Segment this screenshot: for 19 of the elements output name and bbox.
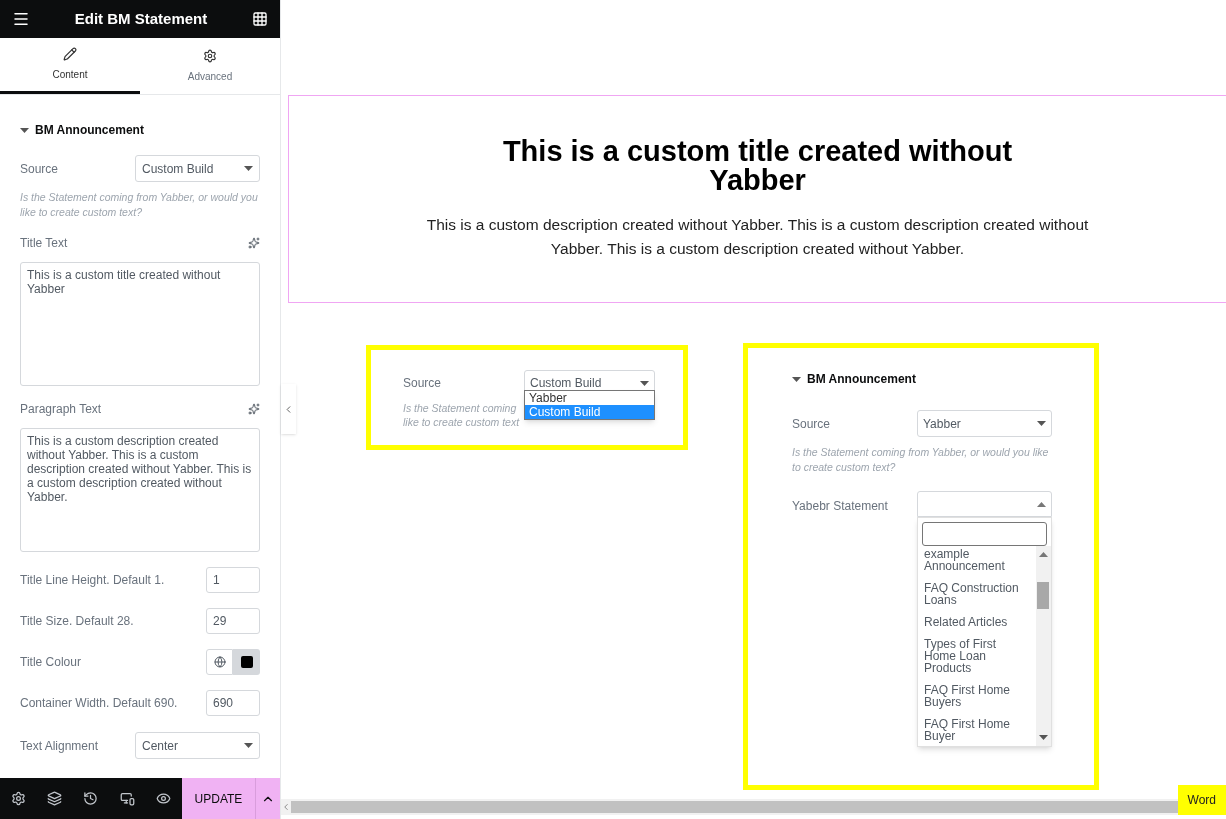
field-label: Paragraph Text bbox=[20, 401, 102, 418]
help-text: like to create custom text bbox=[403, 415, 520, 429]
field-label: Title Colour bbox=[20, 654, 81, 671]
statement-description: This is a custom description created without Yabber. This is a custom description created without Yabber. This is a custom description created without Yabber. bbox=[425, 215, 1090, 259]
word-badge: Word bbox=[1177, 785, 1226, 815]
field-label: Yabebr Statement bbox=[792, 498, 889, 515]
field-label: Source bbox=[792, 415, 832, 433]
panel-title: Edit BM Statement bbox=[74, 8, 208, 29]
statement-title: This is a custom title created without Yabber bbox=[501, 137, 1014, 195]
field-label: Source bbox=[20, 160, 59, 178]
field-label: Text Alignment bbox=[20, 737, 99, 755]
field-label: Title Line Height. Default 1. bbox=[20, 573, 166, 587]
help-text: Is the Statement coming from Yabber, or would you like to create custom text? bbox=[20, 190, 259, 220]
help-text: Is the Statement coming bbox=[403, 401, 517, 415]
field-label: Title Text bbox=[20, 235, 68, 252]
field-label: Title Size. Default 28. bbox=[20, 614, 135, 628]
help-text: Is the Statement coming from Yabber, or would you like to create custom text? bbox=[792, 445, 1050, 475]
field-label: Source bbox=[403, 375, 443, 392]
field-label: Container Width. Default 690. bbox=[20, 696, 179, 710]
